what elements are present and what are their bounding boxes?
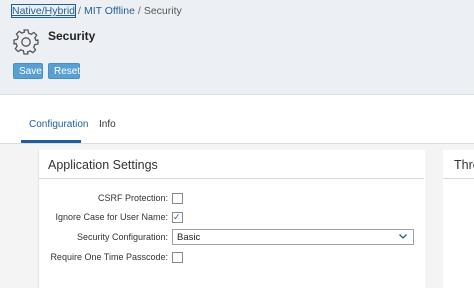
breadcrumb-separator: / — [78, 5, 81, 17]
breadcrumb: Native/Hybrid / MIT Offline / Security — [10, 4, 182, 18]
tab-configuration[interactable]: Configuration — [29, 119, 88, 130]
breadcrumb-native-hybrid[interactable]: Native/Hybrid — [10, 4, 77, 18]
section-divider — [443, 178, 474, 179]
section-divider — [38, 178, 424, 179]
active-tab-indicator — [21, 140, 81, 143]
reset-button[interactable]: Reset — [48, 63, 80, 79]
breadcrumb-current: Security — [143, 5, 182, 17]
save-button[interactable]: Save — [13, 63, 43, 79]
csrf-protection-label: CSRF Protection: — [97, 193, 168, 203]
require-otp-checkbox[interactable] — [172, 252, 183, 263]
security-configuration-value: Basic — [177, 232, 201, 243]
page-header: Native/Hybrid / MIT Offline / Security Secur… — [0, 0, 474, 95]
breadcrumb-separator: / — [137, 5, 141, 17]
security-configuration-select[interactable]: Basic — [172, 229, 414, 245]
ignore-case-checkbox[interactable]: ✓ — [172, 212, 183, 223]
section-title-second: Thre — [454, 158, 474, 172]
gear-icon — [13, 29, 39, 55]
csrf-protection-checkbox[interactable] — [172, 193, 183, 204]
require-otp-label: Require One Time Passcode: — [50, 252, 168, 262]
page-title: Security — [48, 29, 96, 43]
chevron-down-icon — [399, 234, 407, 239]
section-title-application-settings: Application Settings — [48, 158, 158, 172]
tab-bar: Configuration Info — [0, 95, 474, 144]
breadcrumb-mit-offline[interactable]: MIT Offline — [84, 5, 135, 17]
tab-info[interactable]: Info — [99, 119, 116, 130]
security-configuration-label: Security Configuration: — [76, 232, 168, 242]
checkmark-icon: ✓ — [173, 212, 181, 222]
ignore-case-label: Ignore Case for User Name: — [55, 212, 168, 222]
